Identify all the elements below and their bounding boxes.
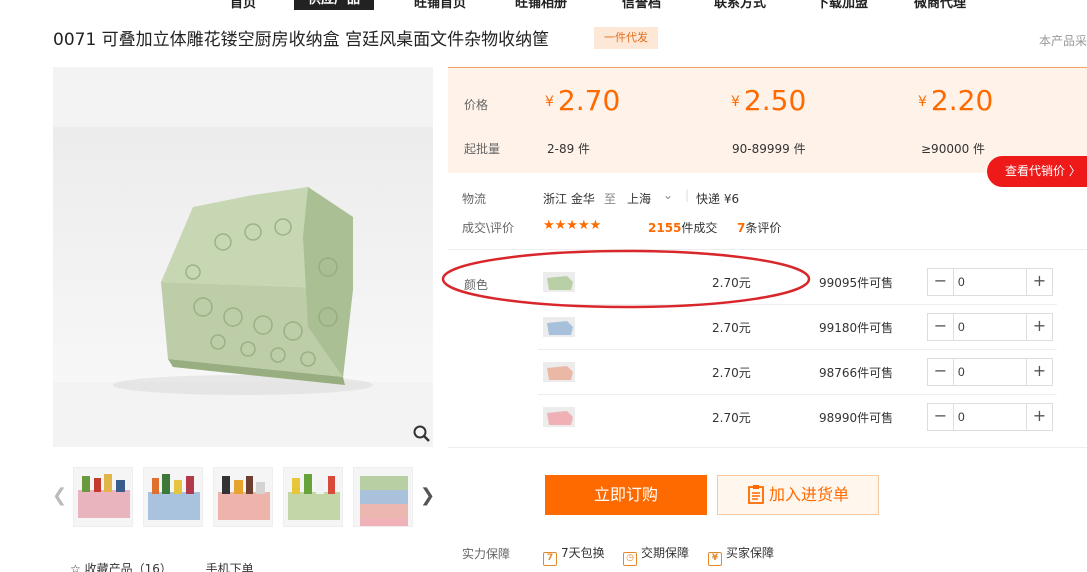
clock-icon: ◷ (623, 552, 637, 566)
sku-row: 2.70元 98766件可售 − + (448, 350, 1087, 395)
quantity-stepper: − + (927, 313, 1053, 341)
tier-range: 2-89 件 (547, 142, 591, 156)
origin-text: 浙江 金华 (543, 192, 595, 206)
thumbnail-strip (53, 467, 438, 527)
shipping-fee: 快递 ¥6 (696, 192, 740, 206)
nav-agent[interactable]: 微商代理 (914, 0, 966, 11)
sku-price: 2.70元 (712, 411, 751, 425)
quantity-input[interactable] (958, 269, 1026, 295)
deal-review-label: 成交\评价 (462, 221, 515, 235)
seven-day-icon: 7 (543, 552, 557, 566)
divider (448, 447, 1087, 448)
nav-join[interactable]: 下载加盟 (816, 0, 868, 11)
quantity-input[interactable] (958, 404, 1026, 430)
sku-stock: 99095件可售 (819, 276, 894, 290)
favorite-link[interactable]: ☆ 收藏产品（16） (70, 562, 172, 572)
sku-row: 2.70元 98990件可售 − + (448, 395, 1087, 440)
guarantee-buyer[interactable]: ¥ 买家保障 (708, 544, 774, 566)
sku-stock: 98990件可售 (819, 411, 894, 425)
nav-products[interactable]: 供应产品 (294, 0, 375, 10)
thumbnail[interactable] (213, 467, 273, 527)
main-product-image[interactable] (53, 67, 433, 447)
plus-button[interactable]: + (1026, 359, 1052, 385)
sku-stock: 99180件可售 (819, 321, 894, 335)
minus-button[interactable]: − (928, 314, 954, 340)
product-note: 本产品采 (1038, 34, 1087, 48)
quantity-stepper: − + (927, 358, 1053, 386)
top-nav: 首页 供应产品 旺铺首页 旺铺相册 信誉档 联系方式 下载加盟 微商代理 (0, 0, 1087, 11)
annotation-ellipse (441, 249, 811, 309)
guarantee-label: 实力保障 (462, 547, 511, 561)
logistics-label: 物流 (462, 192, 487, 206)
chevron-down-icon[interactable]: ⌄ (663, 188, 673, 202)
price-tier: ¥2.70 (545, 84, 621, 117)
thumbnail[interactable] (143, 467, 203, 527)
mobile-order-link[interactable]: 手机下单 (206, 562, 254, 572)
deals-count[interactable]: 2155件成交 (648, 219, 717, 236)
quantity-stepper: − + (927, 268, 1053, 296)
tier-price: 2.50 (743, 84, 807, 117)
separator: | (685, 188, 690, 202)
swatch-thumb[interactable] (543, 362, 575, 382)
nav-contact[interactable]: 联系方式 (714, 0, 766, 11)
sku-price: 2.70元 (712, 366, 751, 380)
quantity-stepper: − + (927, 403, 1053, 431)
nav-credit[interactable]: 信誉档 (622, 0, 661, 11)
thumbnail[interactable] (353, 467, 413, 527)
nav-album[interactable]: 旺铺相册 (515, 0, 567, 11)
shield-icon: ¥ (708, 552, 722, 566)
price-panel: 价格 起批量 ¥2.70 2-89 件 ¥2.50 90-89999 件 ¥2.… (448, 67, 1087, 173)
clipboard-icon (748, 485, 764, 504)
nav-shop-home[interactable]: 旺铺首页 (414, 0, 466, 11)
sku-price: 2.70元 (712, 321, 751, 335)
zoom-icon[interactable] (412, 424, 432, 444)
reviews-count[interactable]: 7条评价 (737, 219, 781, 236)
swatch-thumb[interactable] (543, 407, 575, 427)
title-row: 0071 可叠加立体雕花镂空厨房收纳盒 宫廷风桌面文件杂物收纳筐 一件代发 (53, 26, 658, 54)
to-text: 至 (604, 192, 617, 206)
minus-button[interactable]: − (928, 359, 954, 385)
destination-select[interactable]: 上海 (627, 190, 651, 207)
order-now-button[interactable]: 立即订购 (545, 475, 707, 515)
quantity-input[interactable] (958, 314, 1026, 340)
sku-stock: 98766件可售 (819, 366, 894, 380)
guarantee-delivery[interactable]: ◷ 交期保障 (623, 544, 689, 566)
rating-stars-icon: ★★★★★ (543, 218, 602, 233)
view-agent-price-button[interactable]: 查看代销价 〉 (987, 156, 1087, 187)
bottom-links: ☆ 收藏产品（16） 手机下单 (70, 560, 284, 572)
product-title: 0071 可叠加立体雕花镂空厨房收纳盒 宫廷风桌面文件杂物收纳筐 (53, 30, 550, 50)
plus-button[interactable]: + (1026, 314, 1052, 340)
price-tier: ¥2.50 (731, 84, 807, 117)
dropship-tag: 一件代发 (594, 27, 658, 49)
tier-range: ≥90000 件 (921, 142, 986, 156)
add-to-cart-button[interactable]: 加入进货单 (717, 475, 879, 515)
plus-button[interactable]: + (1026, 269, 1052, 295)
sku-row: 2.70元 99180件可售 − + (448, 305, 1087, 350)
nav-home[interactable]: 首页 (230, 0, 256, 11)
quantity-input[interactable] (958, 359, 1026, 385)
tier-price: 2.20 (930, 84, 994, 117)
plus-button[interactable]: + (1026, 404, 1052, 430)
thumbnail[interactable] (283, 467, 343, 527)
thumb-next-icon[interactable]: ❯ (420, 485, 435, 506)
price-tier: ¥2.20 (918, 84, 994, 117)
thumbnail[interactable] (73, 467, 133, 527)
moq-label: 起批量 (464, 142, 501, 156)
guarantee-7day[interactable]: 7 7天包换 (543, 544, 605, 566)
tier-range: 90-89999 件 (732, 142, 806, 156)
price-label: 价格 (464, 98, 489, 112)
minus-button[interactable]: − (928, 404, 954, 430)
tier-price: 2.70 (557, 84, 621, 117)
minus-button[interactable]: − (928, 269, 954, 295)
swatch-thumb[interactable] (543, 317, 575, 337)
